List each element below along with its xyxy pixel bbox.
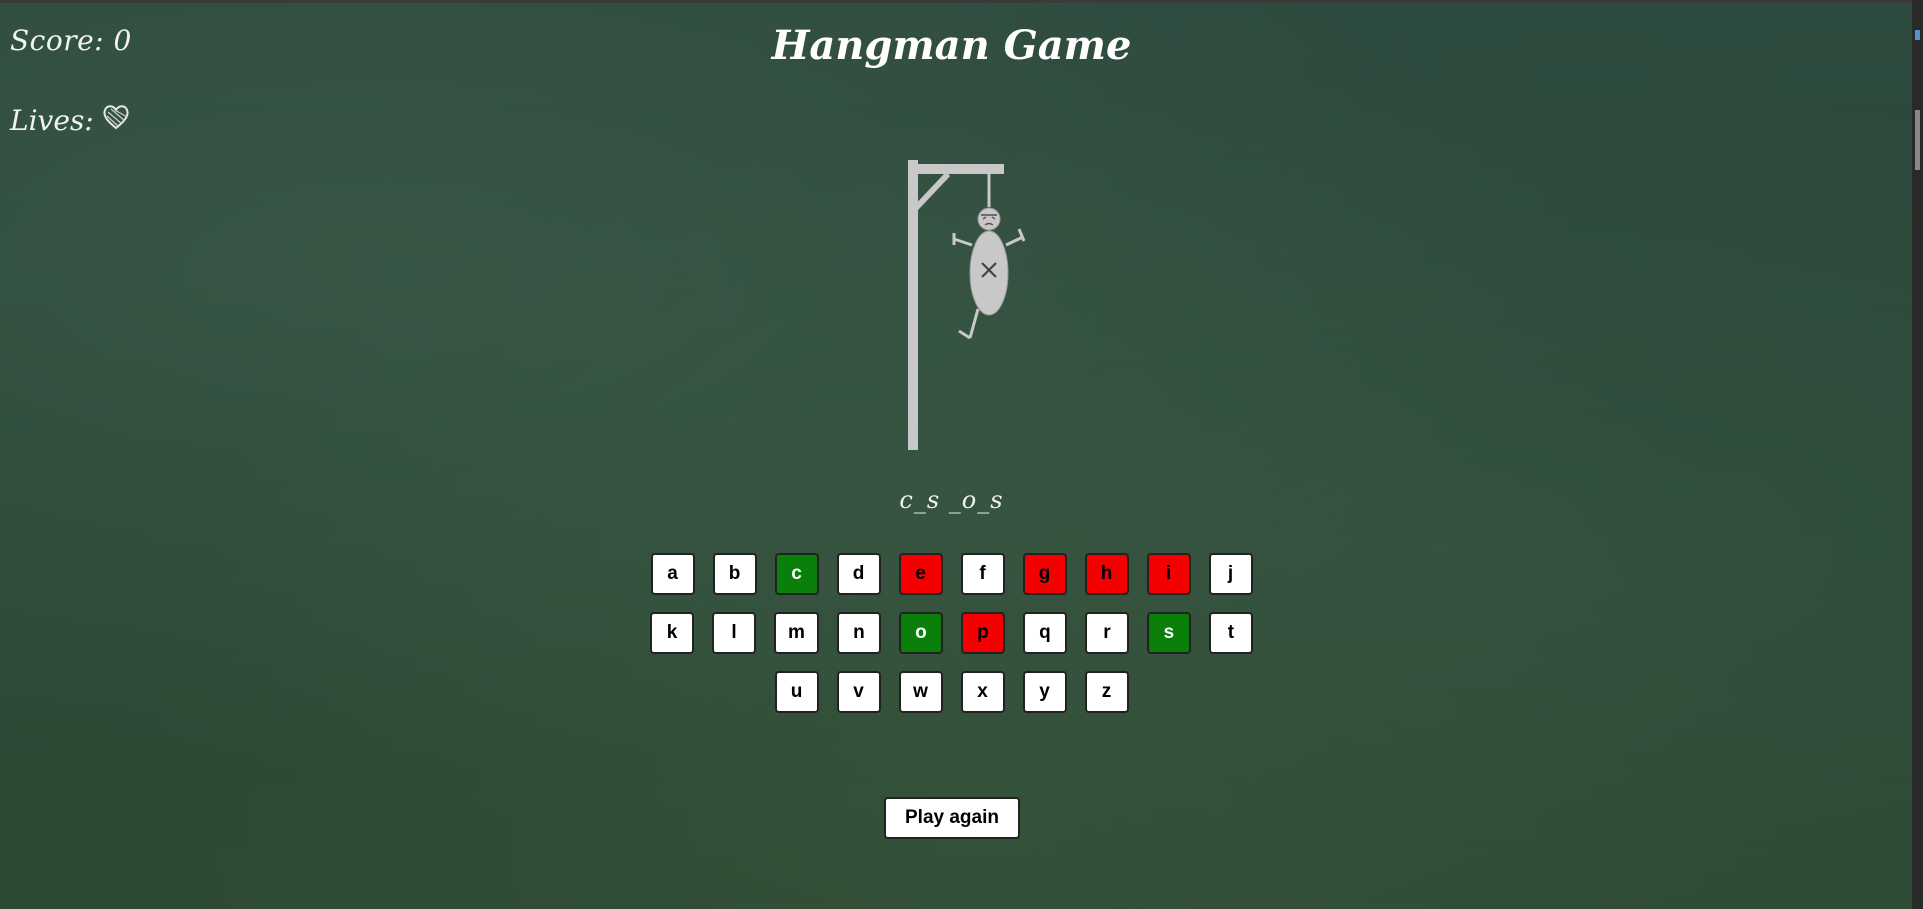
keyboard-row: abcdefghij — [0, 553, 1903, 595]
word-display: c_s _o_s — [899, 486, 1004, 514]
heart-icon — [102, 104, 130, 137]
letter-key-g[interactable]: g — [1022, 553, 1067, 595]
hangman-drawing — [900, 155, 1040, 455]
letter-key-v[interactable]: v — [836, 671, 881, 713]
letter-key-x[interactable]: x — [960, 671, 1005, 713]
letter-keyboard: abcdefghij klmnopqrst uvwxyz — [0, 553, 1903, 730]
letter-key-w[interactable]: w — [898, 671, 943, 713]
letter-key-s[interactable]: s — [1146, 612, 1191, 654]
letter-key-z[interactable]: z — [1084, 671, 1129, 713]
hangman-figure — [952, 207, 1026, 340]
letter-key-a[interactable]: a — [650, 553, 695, 595]
letter-key-h[interactable]: h — [1084, 553, 1129, 595]
window-top-border — [0, 0, 1923, 3]
lives-display: Lives: — [10, 104, 130, 137]
lives-label: Lives: — [10, 104, 94, 137]
letter-key-q[interactable]: q — [1022, 612, 1067, 654]
letter-key-t[interactable]: t — [1208, 612, 1253, 654]
letter-key-p[interactable]: p — [960, 612, 1005, 654]
keyboard-row: uvwxyz — [0, 671, 1903, 713]
keyboard-row: klmnopqrst — [0, 612, 1903, 654]
side-panel-strip — [1912, 0, 1923, 909]
letter-key-m[interactable]: m — [774, 612, 819, 654]
page-title: Hangman Game — [771, 22, 1132, 69]
letter-key-k[interactable]: k — [650, 612, 695, 654]
letter-key-l[interactable]: l — [712, 612, 757, 654]
letter-key-y[interactable]: y — [1022, 671, 1067, 713]
letter-key-r[interactable]: r — [1084, 612, 1129, 654]
letter-key-o[interactable]: o — [898, 612, 943, 654]
side-panel-marker — [1915, 30, 1920, 40]
gallows-beam — [908, 164, 1004, 174]
side-panel-marker — [1915, 110, 1920, 170]
letter-key-f[interactable]: f — [960, 553, 1005, 595]
letter-key-c[interactable]: c — [774, 553, 819, 595]
gallows-brace — [911, 171, 951, 213]
letter-key-i[interactable]: i — [1146, 553, 1191, 595]
letter-key-n[interactable]: n — [836, 612, 881, 654]
play-again-button[interactable]: Play again — [884, 797, 1020, 839]
letter-key-e[interactable]: e — [898, 553, 943, 595]
letter-key-d[interactable]: d — [836, 553, 881, 595]
letter-key-j[interactable]: j — [1208, 553, 1253, 595]
letter-key-u[interactable]: u — [774, 671, 819, 713]
letter-key-b[interactable]: b — [712, 553, 757, 595]
